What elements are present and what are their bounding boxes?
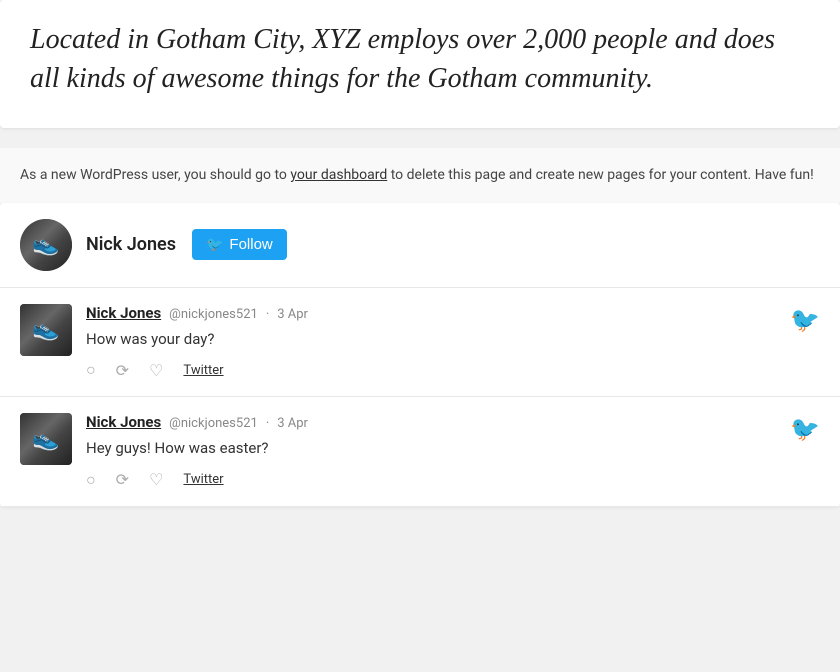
- quote-card: Located in Gotham City, XYZ employs over…: [0, 0, 840, 128]
- follow-button[interactable]: 🐦 Follow: [192, 229, 287, 260]
- wp-note-before: As a new WordPress user, you should go t…: [20, 167, 290, 183]
- retweet-icon-1[interactable]: ⟳: [116, 361, 129, 380]
- twitter-widget: Nick Jones 🐦 Follow Nick Jones @nickjone…: [0, 203, 840, 507]
- tweet-date-2: 3 Apr: [277, 416, 308, 431]
- tweet-username-1: Nick Jones: [86, 304, 161, 322]
- tweet-handle-1: @nickjones521: [169, 307, 258, 322]
- like-icon-2[interactable]: ♡: [149, 470, 163, 489]
- tweet-dot-1: ·: [266, 307, 269, 322]
- page-wrapper: Located in Gotham City, XYZ employs over…: [0, 0, 840, 507]
- tweet-avatar-2: [20, 413, 72, 465]
- twitter-bird-icon: 🐦: [206, 236, 223, 253]
- twitter-logo-2: 🐦: [774, 413, 820, 443]
- avatar: [20, 219, 72, 271]
- twitter-header: Nick Jones 🐦 Follow: [0, 203, 840, 288]
- twitter-user-name: Nick Jones: [86, 234, 176, 255]
- tweet-meta-2: Nick Jones @nickjones521 · 3 Apr: [86, 413, 774, 431]
- tweet-content-2: Nick Jones @nickjones521 · 3 Apr Hey guy…: [86, 413, 774, 490]
- tweet-content-1: Nick Jones @nickjones521 · 3 Apr How was…: [86, 304, 774, 381]
- tweet-username-2: Nick Jones: [86, 413, 161, 431]
- tweet-link-1[interactable]: Twitter: [183, 363, 223, 378]
- like-icon-1[interactable]: ♡: [149, 361, 163, 380]
- tweet-dot-2: ·: [266, 416, 269, 431]
- tweet-actions-1: ○ ⟳ ♡ Twitter: [86, 360, 774, 380]
- tweet-date-1: 3 Apr: [277, 307, 308, 322]
- reply-icon-1[interactable]: ○: [86, 360, 96, 380]
- tweet-avatar-image-2: [20, 413, 72, 465]
- tweet-text-1: How was your day?: [86, 328, 774, 351]
- retweet-icon-2[interactable]: ⟳: [116, 470, 129, 489]
- tweet-avatar-1: [20, 304, 72, 356]
- tweet-row: Nick Jones @nickjones521 · 3 Apr How was…: [0, 288, 840, 398]
- reply-icon-2[interactable]: ○: [86, 470, 96, 490]
- dashboard-link[interactable]: your dashboard: [290, 167, 387, 183]
- tweet-link-2[interactable]: Twitter: [183, 472, 223, 487]
- wp-note: As a new WordPress user, you should go t…: [0, 148, 840, 202]
- tweet-avatar-image-1: [20, 304, 72, 356]
- tweet-handle-2: @nickjones521: [169, 416, 258, 431]
- tweet-actions-2: ○ ⟳ ♡ Twitter: [86, 470, 774, 490]
- tweet-row-2: Nick Jones @nickjones521 · 3 Apr Hey guy…: [0, 397, 840, 507]
- quote-text: Located in Gotham City, XYZ employs over…: [30, 20, 810, 98]
- tweet-meta-1: Nick Jones @nickjones521 · 3 Apr: [86, 304, 774, 322]
- twitter-logo-1: 🐦: [774, 304, 820, 334]
- tweet-text-2: Hey guys! How was easter?: [86, 437, 774, 460]
- avatar-image: [20, 219, 72, 271]
- wp-note-after: to delete this page and create new pages…: [387, 167, 813, 183]
- follow-label: Follow: [229, 236, 272, 253]
